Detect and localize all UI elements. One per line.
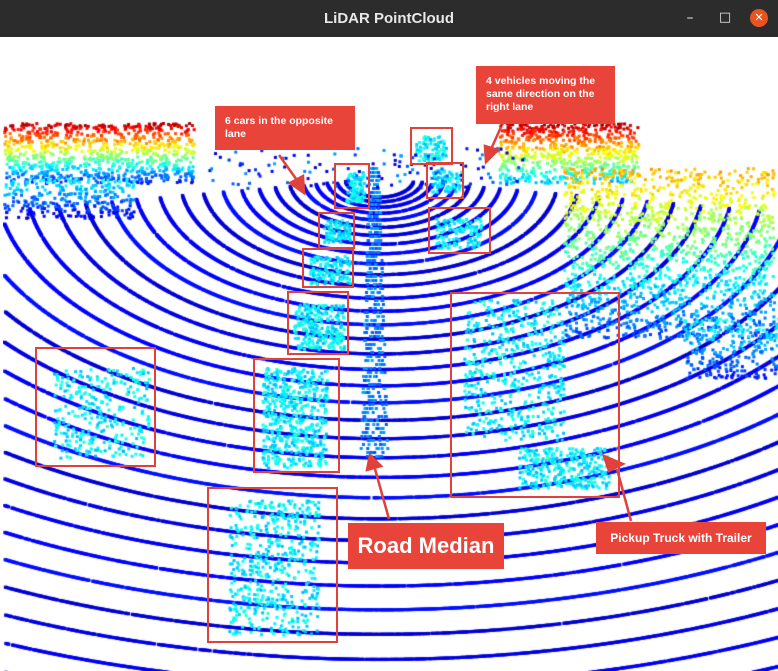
bbox-opposite-car-5 xyxy=(253,358,340,473)
bbox-opposite-car-1 xyxy=(334,163,370,209)
bbox-same-dir-vehicle-2 xyxy=(426,162,464,199)
bbox-same-dir-vehicle-1 xyxy=(410,127,453,165)
minimize-button[interactable]: – xyxy=(681,9,699,27)
bbox-opposite-car-6 xyxy=(207,487,338,643)
bbox-left-object xyxy=(35,347,156,467)
window-title: LiDAR PointCloud xyxy=(324,10,454,27)
app-window: LiDAR PointCloud – □ ✕ 6 cars in the opp… xyxy=(0,0,778,671)
bbox-opposite-car-3 xyxy=(302,248,354,288)
label-road-median: Road Median xyxy=(348,523,504,569)
bbox-same-dir-vehicle-3 xyxy=(428,207,491,254)
bbox-pickup-truck xyxy=(450,292,620,498)
maximize-button[interactable]: □ xyxy=(716,9,734,27)
title-bar[interactable]: LiDAR PointCloud – □ ✕ xyxy=(0,0,778,37)
label-same-direction: 4 vehicles moving the same direction on … xyxy=(476,66,615,124)
pointcloud-viewport[interactable]: 6 cars in the opposite lane 4 vehicles m… xyxy=(3,37,778,671)
close-button[interactable]: ✕ xyxy=(750,9,768,27)
label-opposite-lane: 6 cars in the opposite lane xyxy=(215,106,355,150)
bbox-opposite-car-2 xyxy=(318,212,355,249)
label-pickup-truck: Pickup Truck with Trailer xyxy=(596,522,766,554)
bbox-opposite-car-4 xyxy=(287,291,349,355)
